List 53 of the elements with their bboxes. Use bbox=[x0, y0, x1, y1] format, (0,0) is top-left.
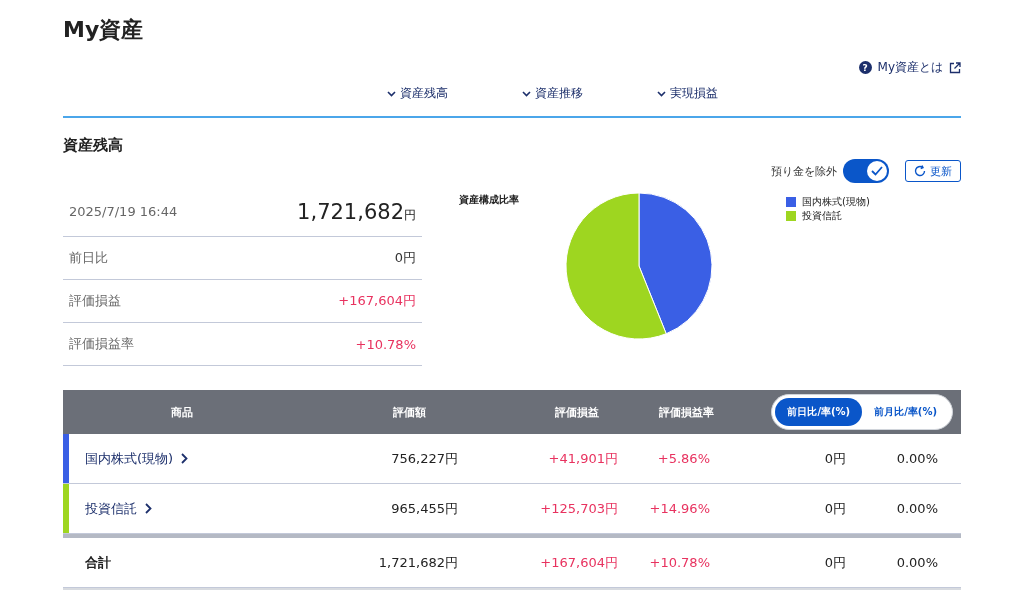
refresh-icon bbox=[914, 165, 926, 177]
table-cell-text: +125,703円 bbox=[539, 499, 618, 518]
page-title: My資産 bbox=[63, 16, 145, 44]
legend-label: 国内株式(現物) bbox=[802, 195, 870, 209]
table-cell-text: 965,455円 bbox=[390, 499, 458, 518]
table-cell-text: 0.00% bbox=[895, 451, 938, 466]
column-header: 評価損益率 bbox=[658, 404, 714, 420]
check-icon bbox=[871, 166, 883, 176]
column-header: 評価損益 bbox=[554, 404, 600, 420]
table-cell-text: 0.00% bbox=[895, 555, 938, 570]
product-link[interactable]: 国内株式(現物) bbox=[85, 449, 301, 468]
table-cell-text: +41,901円 bbox=[547, 449, 618, 468]
legend-label: 投資信託 bbox=[802, 209, 842, 223]
help-link[interactable]: ? My資産とは bbox=[858, 59, 961, 76]
period-option[interactable]: 前日比/率(%) bbox=[775, 398, 863, 426]
summary-value: 0円 bbox=[394, 249, 416, 267]
chevron-down-icon bbox=[386, 90, 396, 97]
external-link-icon bbox=[949, 61, 961, 74]
table-cell-text: 0円 bbox=[823, 553, 846, 572]
section-title: 資産残高 bbox=[63, 136, 124, 156]
chart-title: 資産構成比率 bbox=[459, 193, 520, 207]
summary-value: +10.78% bbox=[355, 336, 416, 352]
summary-label: 前日比 bbox=[69, 249, 108, 267]
nav-link[interactable]: 実現損益 bbox=[620, 85, 718, 102]
table-cell-text: +10.78% bbox=[648, 555, 710, 570]
table-cell-text: 1,721,682円 bbox=[377, 553, 458, 572]
summary-label: 評価損益率 bbox=[69, 335, 134, 353]
timestamp: 2025/7/19 16:44 bbox=[69, 204, 178, 219]
help-icon: ? bbox=[858, 61, 872, 74]
nav-link[interactable]: 資産推移 bbox=[485, 85, 583, 102]
table-cell-text: +5.86% bbox=[656, 451, 710, 466]
total-amount: 1,721,682 bbox=[297, 199, 404, 224]
chevron-down-icon bbox=[521, 90, 531, 97]
table-cell-text: 756,227円 bbox=[390, 449, 458, 468]
currency-unit: 円 bbox=[404, 207, 416, 222]
chevron-right-icon bbox=[181, 453, 189, 464]
summary-value: +167,604円 bbox=[338, 292, 416, 310]
table-cell-text: +167,604円 bbox=[539, 553, 618, 572]
table-cell-text: 0.00% bbox=[895, 501, 938, 516]
nav-link[interactable]: 資産残高 bbox=[306, 85, 448, 102]
table-cell: 合計 bbox=[85, 554, 111, 570]
chevron-right-icon bbox=[145, 503, 152, 514]
toggle-switch[interactable] bbox=[843, 159, 889, 183]
table-cell-text: 0円 bbox=[823, 499, 846, 518]
table-cell-text: +14.96% bbox=[648, 501, 710, 516]
summary-label: 評価損益 bbox=[69, 292, 121, 310]
table-cell-text: 0円 bbox=[823, 449, 846, 468]
toggle-label: 預り金を除外 bbox=[771, 163, 837, 179]
product-link[interactable]: 投資信託 bbox=[85, 499, 301, 518]
column-header: 商品 bbox=[170, 404, 194, 420]
refresh-button[interactable]: 更新 bbox=[905, 160, 961, 182]
chevron-down-icon bbox=[656, 90, 666, 97]
column-header: 評価額 bbox=[392, 404, 427, 420]
